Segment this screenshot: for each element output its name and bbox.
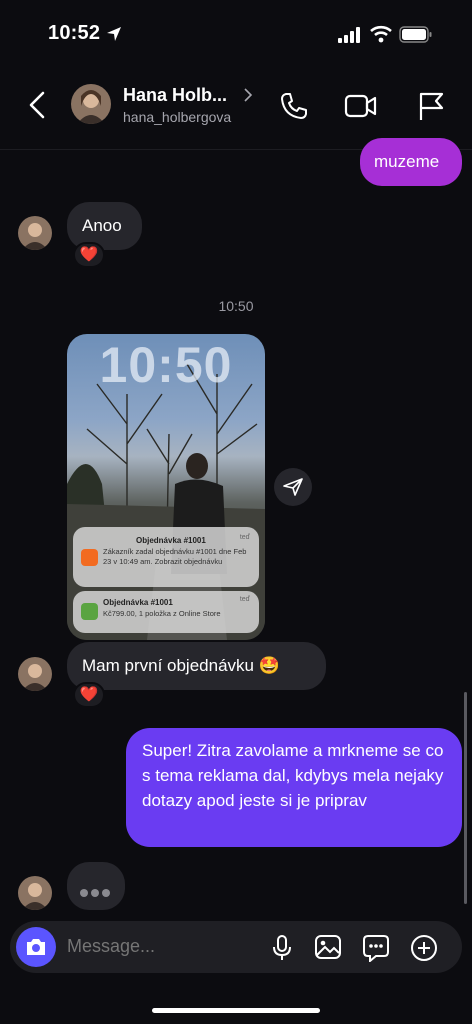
status-bar: 10:52 <box>0 0 472 70</box>
shared-screenshot-image[interactable]: 10:50 Objednávka #1001 Zákazník zadal ob… <box>67 334 265 640</box>
sticker-chat-icon[interactable] <box>362 934 390 962</box>
heart-reaction[interactable]: ❤️ <box>73 682 105 708</box>
notification-time: teď <box>239 596 250 603</box>
outgoing-message[interactable]: Super! Zitra zavolame a mrkneme se co s … <box>126 728 462 847</box>
shopify-notification: Objednávka #1001 Zákazník zadal objednáv… <box>73 527 259 587</box>
status-time: 10:52 <box>48 22 101 44</box>
sender-avatar[interactable] <box>18 657 52 691</box>
notification-time: teď <box>239 534 250 541</box>
message-input[interactable] <box>67 936 247 957</box>
incoming-message[interactable]: Mam první objednávku 🤩 <box>67 642 326 690</box>
typing-dot <box>91 889 99 897</box>
video-call-icon[interactable] <box>344 92 378 120</box>
shopify-notification: Objednávka #1001 Kč799.00, 1 položka z O… <box>73 591 259 633</box>
back-chevron-icon[interactable] <box>26 90 50 120</box>
message-composer <box>10 921 462 973</box>
location-arrow-icon <box>107 27 121 41</box>
typing-indicator <box>67 862 125 910</box>
typing-dot <box>80 889 88 897</box>
sender-avatar[interactable] <box>18 216 52 250</box>
message-timestamp: 10:50 <box>218 298 254 314</box>
chevron-right-icon[interactable] <box>243 88 253 102</box>
contact-avatar[interactable] <box>71 84 111 124</box>
notification-body: Zákazník zadal objednávku #1001 dne Feb … <box>103 547 247 566</box>
sender-avatar[interactable] <box>18 876 52 910</box>
contact-username[interactable]: hana_holbergova <box>123 109 231 125</box>
notification-body: Kč799.00, 1 položka z Online Store <box>103 609 221 618</box>
cellular-signal-icon <box>338 27 360 43</box>
gallery-icon[interactable] <box>314 934 342 960</box>
plus-circle-icon[interactable] <box>410 934 438 962</box>
send-paper-plane-icon <box>283 478 303 496</box>
flag-icon[interactable] <box>418 91 446 121</box>
shopify-icon <box>81 603 98 620</box>
app-icon <box>81 549 98 566</box>
wifi-icon <box>370 25 392 43</box>
home-indicator <box>152 1008 320 1013</box>
notification-title: Objednávka #1001 <box>103 598 173 607</box>
phone-call-icon[interactable] <box>278 90 310 122</box>
camera-button[interactable] <box>16 927 56 967</box>
microphone-icon[interactable] <box>272 934 292 962</box>
outgoing-message[interactable]: muzeme <box>360 138 462 186</box>
notification-title: Objednávka #1001 <box>136 536 206 545</box>
battery-icon <box>399 26 432 43</box>
contact-name[interactable]: Hana Holb... <box>123 85 227 106</box>
lockscreen-time: 10:50 <box>99 337 233 393</box>
incoming-message[interactable]: Anoo <box>67 202 142 250</box>
share-button[interactable] <box>274 468 312 506</box>
scrollbar[interactable] <box>464 692 467 904</box>
heart-reaction[interactable]: ❤️ <box>73 242 105 268</box>
typing-dot <box>102 889 110 897</box>
camera-icon <box>27 939 45 955</box>
